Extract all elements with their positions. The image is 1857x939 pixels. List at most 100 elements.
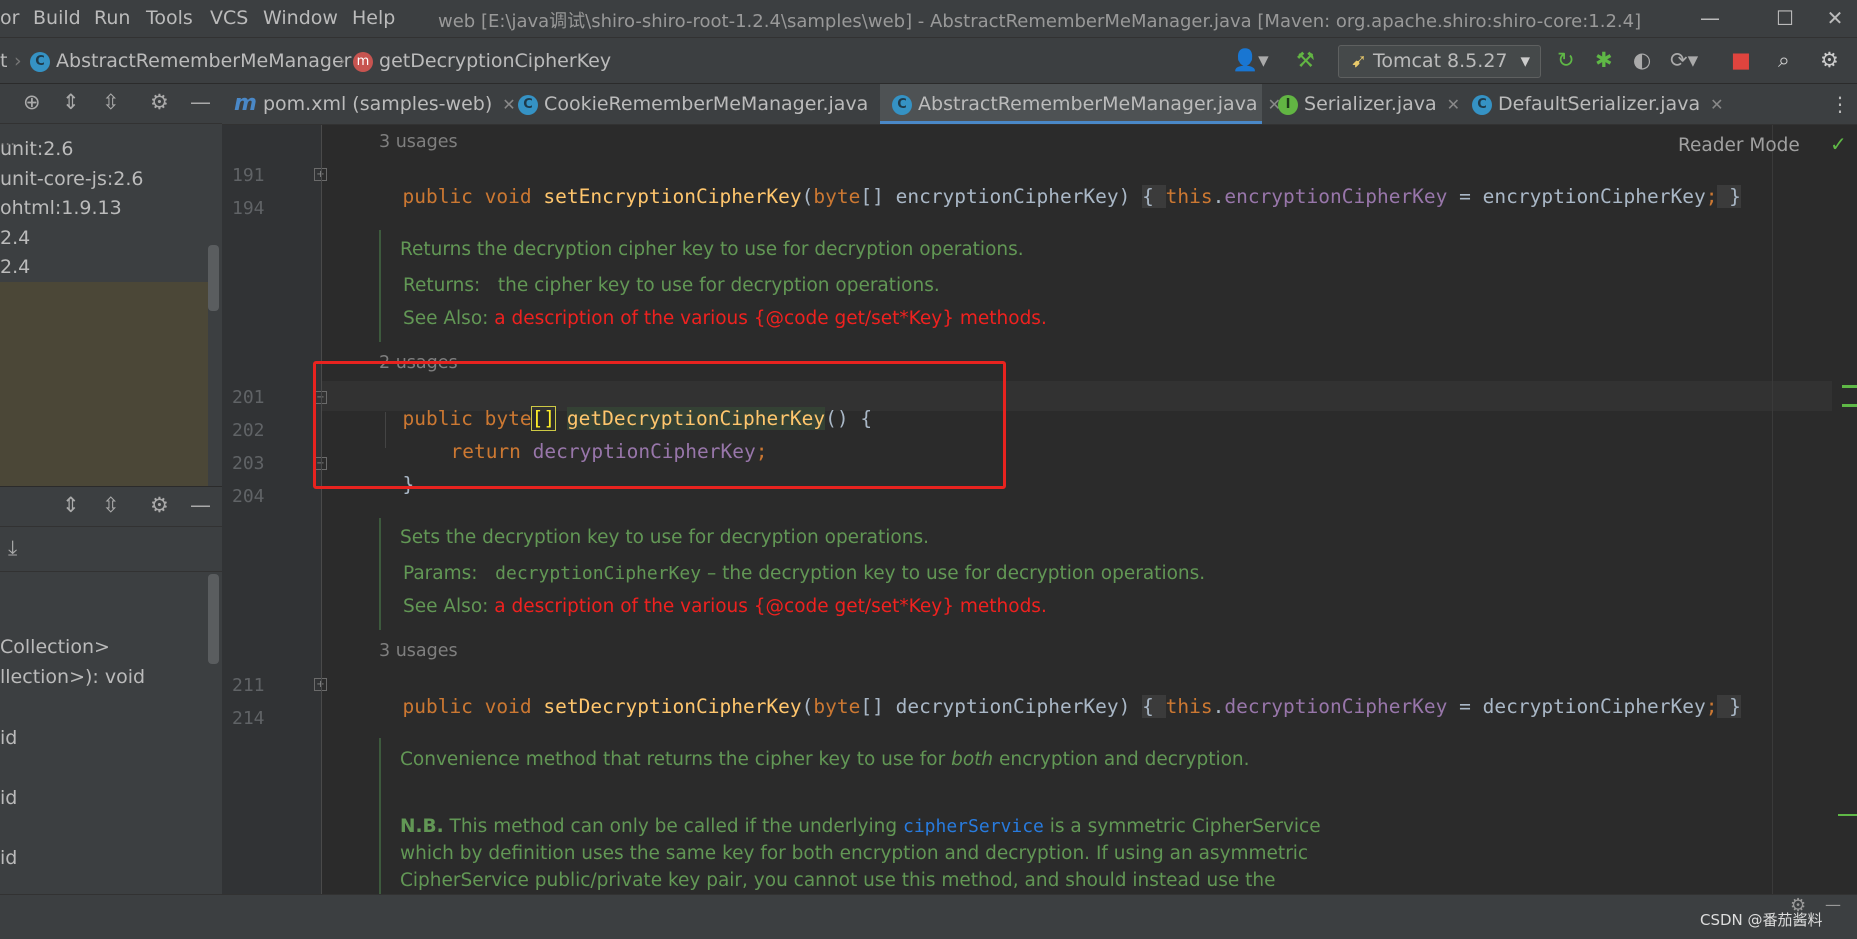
line-number: 201: [232, 387, 265, 408]
navigation-bar: t › C AbstractRememberMeManager › m getD…: [0, 37, 1857, 84]
change-marker: [1842, 404, 1857, 407]
doc-params: Params: decryptionCipherKey – the decryp…: [403, 563, 1206, 584]
breadcrumb-root[interactable]: t: [0, 50, 7, 72]
structure-item[interactable]: id: [0, 847, 17, 869]
class-icon: C: [518, 94, 538, 115]
structure-item[interactable]: Collection>: [0, 636, 110, 658]
structure-divider: [0, 571, 222, 572]
tomcat-icon: ➹: [1351, 50, 1367, 72]
doc-code-link[interactable]: cipherService: [903, 816, 1044, 837]
change-marker: [1842, 385, 1857, 388]
settings-gear-icon[interactable]: ⚙: [1820, 48, 1839, 72]
sort-download-icon[interactable]: ⤓: [8, 536, 17, 561]
expand-all-icon[interactable]: ⇕: [62, 493, 80, 517]
method-icon: m: [353, 51, 373, 72]
tree-row[interactable]: 2.4: [0, 227, 30, 249]
tree-row[interactable]: unit-core-js:2.6: [0, 168, 143, 190]
scrollbar-thumb[interactable]: [208, 245, 219, 311]
project-tool-window: ⊕ ⇕ ⇳ ⚙ — ... unit:2.6 unit-core-js:2.6 …: [0, 84, 222, 894]
run-configuration-dropdown[interactable]: ➹ Tomcat 8.5.27 ▾: [1338, 45, 1541, 78]
menu-tools[interactable]: Tools: [146, 7, 193, 29]
gear-icon[interactable]: ⚙: [1790, 895, 1806, 916]
tab-cookie-remember-me-manager[interactable]: C CookieRememberMeManager.java✕: [506, 84, 892, 124]
usages-hint[interactable]: 3 usages: [379, 132, 458, 152]
tab-pom-xml[interactable]: m pom.xml (samples-web) ✕: [222, 84, 516, 124]
close-tab-icon[interactable]: ✕: [1447, 95, 1460, 114]
hide-panel-icon[interactable]: —: [190, 90, 211, 114]
selected-tree-region: [0, 282, 208, 486]
hide-icon[interactable]: —: [1825, 895, 1841, 914]
rerun-icon[interactable]: ↻: [1557, 48, 1575, 72]
right-margin-guide: [1772, 125, 1773, 894]
structure-item[interactable]: llection>): void: [0, 666, 145, 688]
doc-comment-bar: [379, 230, 381, 342]
menu-editor[interactable]: or: [0, 7, 19, 29]
doc-description: Sets the decryption key to use for decry…: [400, 527, 929, 548]
stop-icon[interactable]: ■: [1731, 48, 1751, 72]
debug-bug-icon[interactable]: ✱: [1595, 48, 1613, 72]
gear-icon[interactable]: ⚙: [150, 493, 169, 517]
highlight-annotation-box: [313, 361, 1006, 489]
collapse-all-icon[interactable]: ⇳: [102, 493, 120, 517]
doc-see-also-link[interactable]: a description of the various {@code get/…: [494, 596, 1047, 617]
line-number: 202: [232, 420, 265, 441]
expand-all-icon[interactable]: ⇕: [62, 90, 80, 114]
close-window-button[interactable]: ✕: [1815, 3, 1855, 33]
collapse-all-icon[interactable]: ⇳: [102, 90, 120, 114]
tab-label: pom.xml (samples-web): [262, 93, 493, 115]
editor-tabs: m pom.xml (samples-web) ✕ C CookieRemembe…: [222, 84, 1857, 125]
breadcrumb-method-label: getDecryptionCipherKey: [379, 50, 612, 72]
coverage-icon[interactable]: ◐: [1633, 48, 1651, 72]
structure-item[interactable]: id: [0, 727, 17, 749]
scrollbar-thumb[interactable]: [208, 574, 219, 664]
menu-vcs[interactable]: VCS: [210, 7, 248, 29]
class-icon: C: [1472, 94, 1492, 115]
doc-text: which by definition uses the same key fo…: [400, 843, 1309, 864]
tab-label: DefaultSerializer.java: [1498, 93, 1701, 115]
minimize-button[interactable]: —: [1690, 3, 1730, 33]
usages-hint[interactable]: 3 usages: [379, 641, 458, 661]
tab-abstract-remember-me-manager[interactable]: C AbstractRememberMeManager.java ✕: [880, 84, 1281, 124]
class-icon: C: [892, 94, 912, 115]
user-icon[interactable]: 👤▾: [1232, 48, 1269, 72]
hide-panel-icon[interactable]: —: [190, 493, 211, 517]
menu-bar: or Build Run Tools VCS Window Help web […: [0, 0, 1857, 37]
tree-row[interactable]: ohtml:1.9.13: [0, 197, 122, 219]
doc-see-also-link[interactable]: a description of the various {@code get/…: [494, 308, 1047, 329]
profile-icon[interactable]: ⟳▾: [1670, 48, 1698, 72]
tab-serializer[interactable]: I Serializer.java ✕: [1266, 84, 1460, 124]
doc-comment-bar: [379, 518, 381, 630]
project-toolbar: ⊕ ⇕ ⇳ ⚙ —: [0, 84, 222, 124]
search-icon[interactable]: ⌕: [1778, 48, 1790, 72]
tab-label: AbstractRememberMeManager.java: [918, 93, 1258, 115]
breadcrumb-class[interactable]: C AbstractRememberMeManager: [30, 50, 351, 72]
tab-default-serializer[interactable]: C DefaultSerializer.java ✕: [1460, 84, 1724, 124]
breadcrumb-separator-icon: ›: [14, 50, 22, 72]
tree-row[interactable]: 2.4: [0, 256, 30, 278]
build-hammer-icon[interactable]: ⚒: [1296, 48, 1315, 72]
locate-crosshair-icon[interactable]: ⊕: [23, 90, 41, 114]
maven-m-icon: m: [234, 91, 257, 116]
more-options-icon[interactable]: ⋮: [1830, 92, 1850, 116]
bottom-tool-bar: CSDN @番茄酱料 ⚙ —: [0, 894, 1857, 939]
line-number: 204: [232, 486, 265, 507]
reader-mode-toggle[interactable]: Reader Mode: [1678, 135, 1800, 156]
maximize-button[interactable]: ☐: [1765, 3, 1805, 33]
doc-note: N.B. This method can only be called if t…: [400, 816, 1321, 837]
window-title: web [E:\java调试\shiro-shiro-root-1.2.4\sa…: [438, 11, 1642, 32]
close-tab-icon[interactable]: ✕: [1710, 95, 1723, 114]
doc-description: Returns the decryption cipher key to use…: [400, 239, 1024, 260]
menu-run[interactable]: Run: [94, 7, 130, 29]
interface-icon: I: [1278, 94, 1298, 115]
menu-window[interactable]: Window: [263, 7, 338, 29]
menu-help[interactable]: Help: [352, 7, 395, 29]
breadcrumb-method[interactable]: m getDecryptionCipherKey: [353, 50, 611, 72]
line-number: 214: [232, 708, 265, 729]
structure-item[interactable]: id: [0, 787, 17, 809]
gear-icon[interactable]: ⚙: [150, 90, 169, 114]
doc-comment-bar: [379, 738, 381, 894]
tree-row[interactable]: unit:2.6: [0, 138, 73, 160]
structure-toolbar: ⇕ ⇳ ⚙ —: [0, 487, 222, 527]
menu-build[interactable]: Build: [33, 7, 81, 29]
inspection-ok-check-icon[interactable]: ✓: [1830, 132, 1847, 156]
